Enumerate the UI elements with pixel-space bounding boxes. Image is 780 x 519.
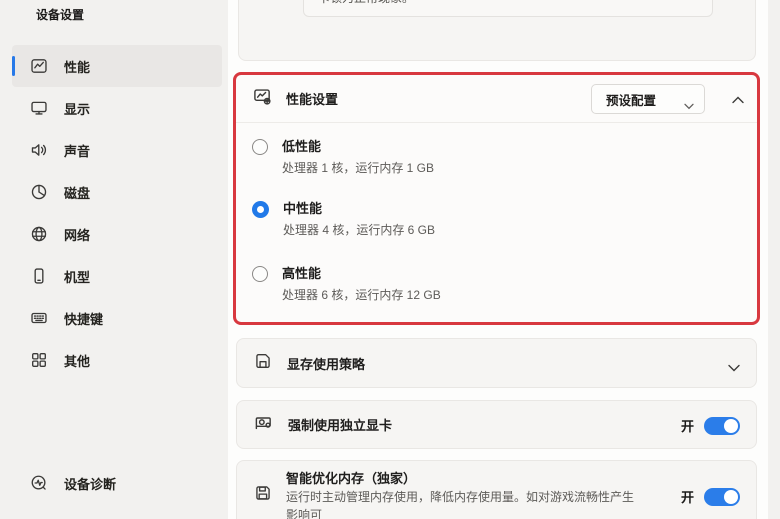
chevron-up-icon[interactable] bbox=[732, 91, 744, 109]
smart-memory-description-line1: 运行时主动管理内存使用，降低内存使用量。如对游戏流畅性产生影响可 bbox=[286, 488, 636, 519]
sidebar-item-performance[interactable]: 性能 bbox=[12, 45, 222, 87]
device-settings-window: 设备设置 ✕ 性能 显示 声音 bbox=[0, 0, 780, 519]
chevron-down-icon[interactable] bbox=[728, 359, 740, 377]
vram-strategy-card[interactable]: 显存使用策略 bbox=[236, 338, 757, 388]
toggle-knob bbox=[724, 419, 738, 433]
sidebar-item-other[interactable]: 其他 bbox=[12, 339, 222, 381]
sidebar-item-disk[interactable]: 磁盘 bbox=[12, 171, 222, 213]
preset-config-value: 预设配置 bbox=[606, 90, 656, 109]
sidebar-footer: 设备诊断 bbox=[12, 462, 222, 504]
chevron-down-icon bbox=[684, 97, 694, 115]
radio-option-high-performance[interactable]: 高性能 处理器 6 核，运行内存 12 GB bbox=[252, 264, 741, 305]
gpu-card-icon bbox=[254, 413, 273, 437]
toggle-state-label: 开 bbox=[681, 487, 694, 506]
option-label: 高性能 bbox=[282, 264, 441, 284]
radio-option-low-performance[interactable]: 低性能 处理器 1 核，运行内存 1 GB bbox=[252, 137, 741, 178]
radio-selected-icon[interactable] bbox=[252, 201, 269, 218]
performance-settings-title: 性能设置 bbox=[286, 89, 338, 108]
radio-unselected-icon[interactable] bbox=[252, 139, 268, 155]
sidebar-item-label: 快捷键 bbox=[64, 309, 103, 328]
sidebar-item-label: 磁盘 bbox=[64, 183, 90, 202]
performance-chart-icon bbox=[30, 57, 48, 75]
memory-save-icon bbox=[254, 484, 272, 507]
sidebar-item-label: 声音 bbox=[64, 141, 90, 160]
vram-strategy-title: 显存使用策略 bbox=[287, 354, 365, 373]
sidebar-item-label: 其他 bbox=[64, 351, 90, 370]
sidebar-item-label: 显示 bbox=[64, 99, 90, 118]
scrolled-note-box: 卡顿为正常现象。 bbox=[303, 0, 713, 17]
sound-icon bbox=[30, 141, 48, 159]
sidebar-item-display[interactable]: 显示 bbox=[12, 87, 222, 129]
window-title: 设备设置 bbox=[36, 6, 84, 23]
vram-save-icon bbox=[254, 352, 272, 375]
performance-settings-icon bbox=[253, 87, 272, 111]
sidebar-item-model[interactable]: 机型 bbox=[12, 255, 222, 297]
gpu-toggle-switch[interactable] bbox=[704, 417, 740, 435]
option-label: 中性能 bbox=[283, 199, 435, 219]
sidebar: 性能 显示 声音 磁盘 bbox=[12, 45, 222, 381]
smart-memory-card: 智能优化内存（独家） 运行时主动管理内存使用，降低内存使用量。如对游戏流畅性产生… bbox=[236, 460, 757, 519]
grid-other-icon bbox=[30, 351, 48, 369]
sidebar-item-label: 设备诊断 bbox=[64, 474, 116, 493]
scrolled-partial-card: 卡顿为正常现象。 bbox=[238, 0, 756, 61]
smart-memory-title: 智能优化内存（独家） bbox=[286, 470, 636, 488]
option-description: 处理器 6 核，运行内存 12 GB bbox=[282, 285, 441, 305]
scrolled-note-text: 卡顿为正常现象。 bbox=[318, 0, 414, 6]
sidebar-item-network[interactable]: 网络 bbox=[12, 213, 222, 255]
sidebar-item-shortcuts[interactable]: 快捷键 bbox=[12, 297, 222, 339]
settings-main-panel: 卡顿为正常现象。 性能设置 预设配置 bbox=[228, 0, 768, 519]
diagnostics-icon bbox=[30, 474, 48, 492]
sidebar-item-label: 性能 bbox=[64, 57, 90, 76]
toggle-knob bbox=[724, 490, 738, 504]
keyboard-icon bbox=[30, 309, 48, 327]
radio-option-medium-performance[interactable]: 中性能 处理器 4 核，运行内存 6 GB bbox=[252, 199, 741, 240]
header-divider bbox=[236, 122, 757, 123]
display-icon bbox=[30, 99, 48, 117]
device-model-icon bbox=[30, 267, 48, 285]
sidebar-item-diagnostics[interactable]: 设备诊断 bbox=[12, 462, 222, 504]
force-discrete-gpu-card: 强制使用独立显卡 开 bbox=[236, 400, 757, 449]
option-label: 低性能 bbox=[282, 137, 434, 157]
selected-accent-bar bbox=[12, 56, 15, 76]
disk-pie-icon bbox=[30, 183, 48, 201]
sidebar-item-label: 网络 bbox=[64, 225, 90, 244]
radio-unselected-icon[interactable] bbox=[252, 266, 268, 282]
sidebar-item-label: 机型 bbox=[64, 267, 90, 286]
toggle-state-label: 开 bbox=[681, 416, 694, 435]
preset-config-dropdown[interactable]: 预设配置 bbox=[591, 84, 705, 114]
sidebar-item-sound[interactable]: 声音 bbox=[12, 129, 222, 171]
option-description: 处理器 1 核，运行内存 1 GB bbox=[282, 158, 434, 178]
force-discrete-gpu-title: 强制使用独立显卡 bbox=[288, 415, 392, 434]
memory-toggle-switch[interactable] bbox=[704, 488, 740, 506]
performance-settings-card: 性能设置 预设配置 低性能 处理器 1 核，运行内存 1 GB bbox=[233, 72, 760, 325]
option-description: 处理器 4 核，运行内存 6 GB bbox=[283, 220, 435, 240]
network-globe-icon bbox=[30, 225, 48, 243]
